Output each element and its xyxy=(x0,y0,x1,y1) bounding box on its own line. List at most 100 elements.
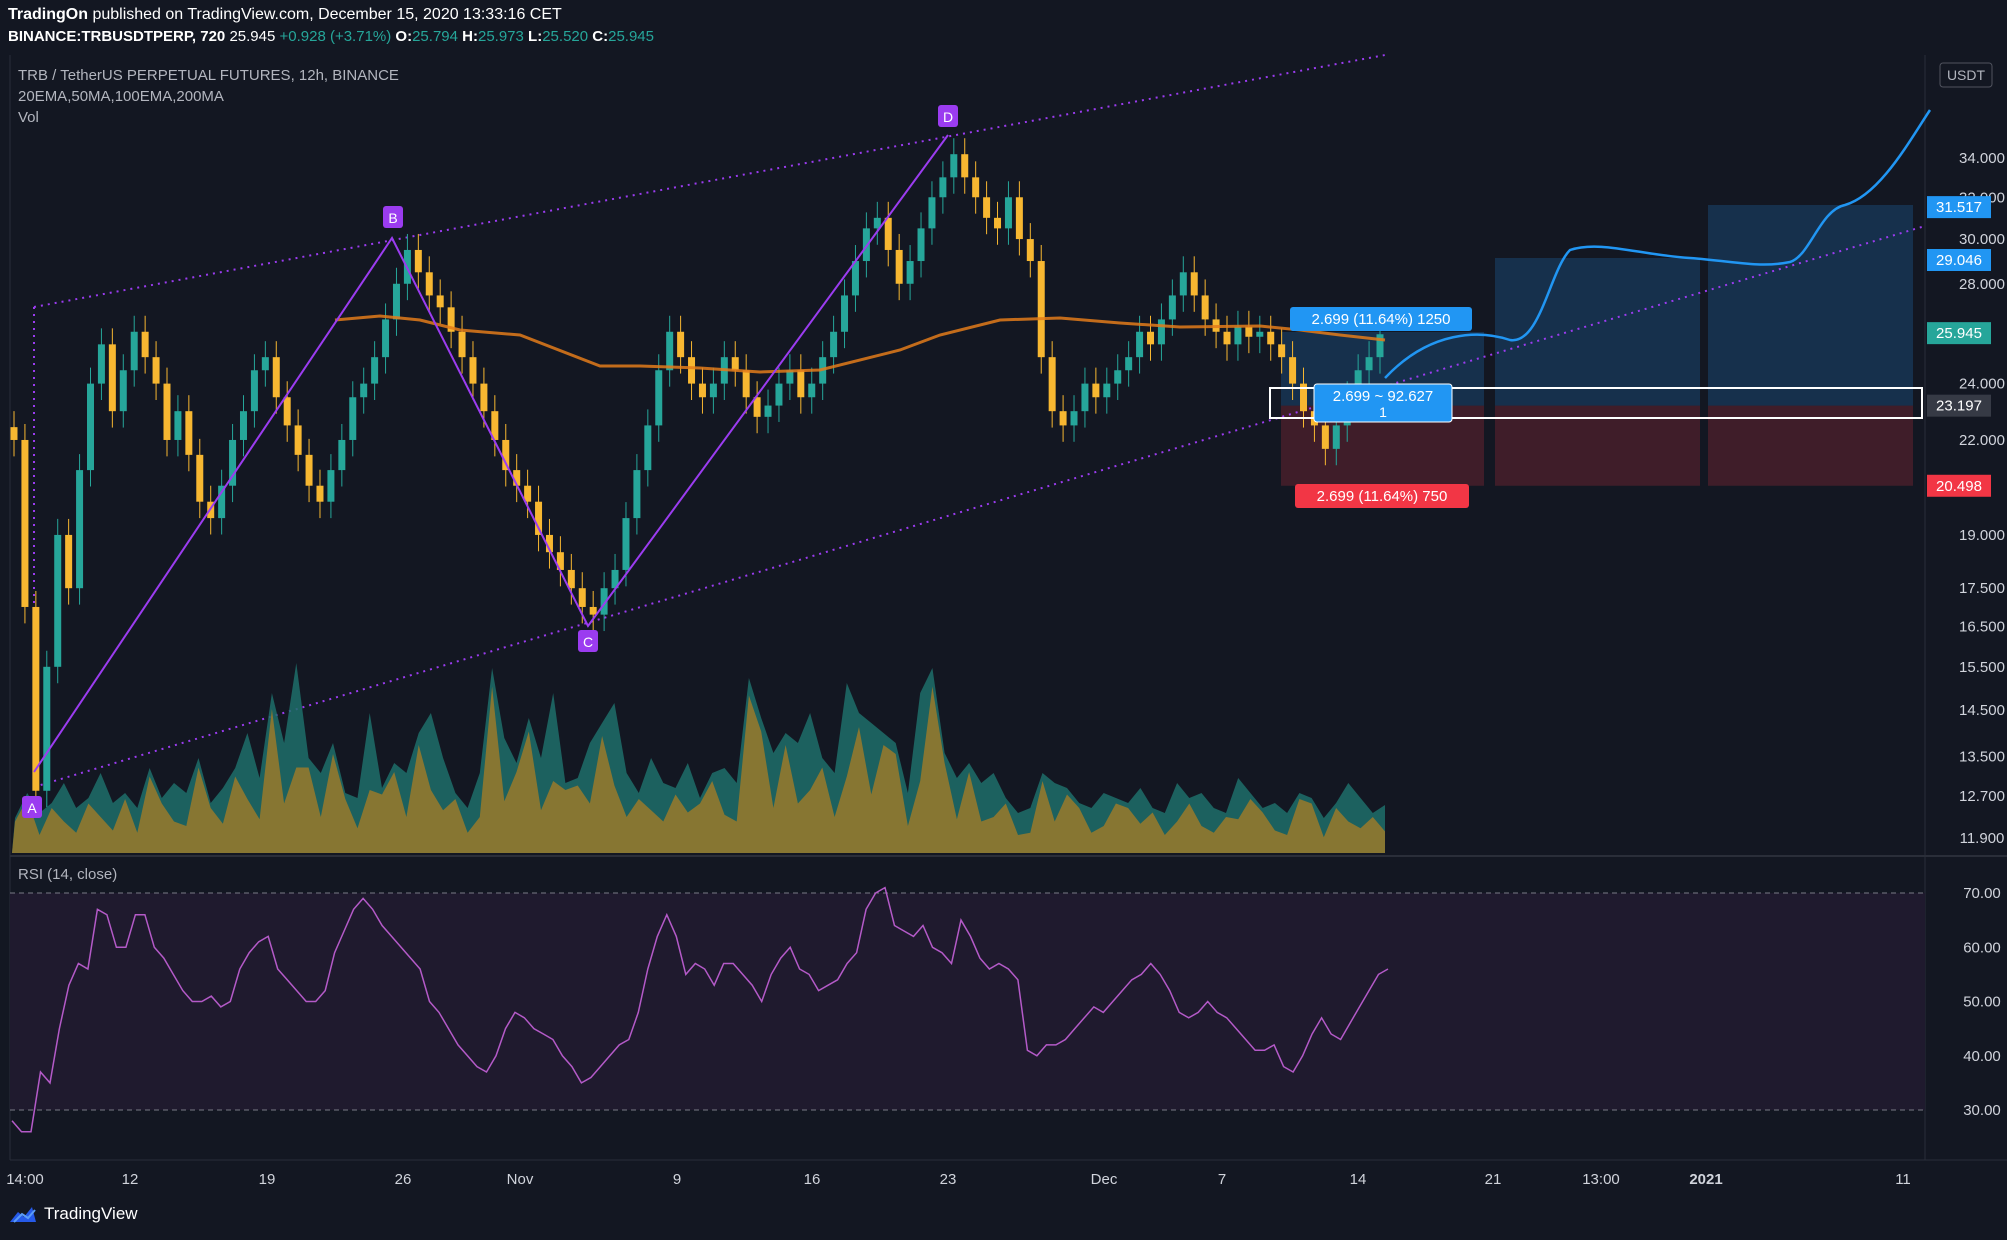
candle-body xyxy=(578,588,586,607)
y-tick-label: 14.500 xyxy=(1959,702,2005,719)
candle-body xyxy=(950,154,958,178)
candle-body xyxy=(589,606,597,615)
volume-legend[interactable]: Vol xyxy=(18,109,39,126)
price-tag-label: 31.517 xyxy=(1936,199,1982,216)
rsi-tick-label: 30.00 xyxy=(1963,1102,2001,1119)
x-tick-label: 2021 xyxy=(1689,1171,1722,1188)
candle-body xyxy=(21,439,29,607)
x-tick-label: 21 xyxy=(1485,1171,1502,1188)
candle-body xyxy=(1092,383,1100,398)
tradingview-logo[interactable]: TradingView xyxy=(8,1204,138,1224)
rsi-tick-label: 60.00 xyxy=(1963,939,2001,956)
candle-body xyxy=(349,397,357,440)
candle-body xyxy=(698,383,706,398)
y-tick-label: 13.500 xyxy=(1959,748,2005,765)
currency-label: USDT xyxy=(1947,67,1986,83)
candle-body xyxy=(10,427,18,440)
low-value: 25.520 xyxy=(542,28,589,45)
candle-body xyxy=(272,357,280,398)
candle-body xyxy=(392,283,400,320)
candle-body xyxy=(54,534,62,667)
candle-body xyxy=(163,383,171,440)
candle-body xyxy=(174,411,182,440)
price-tag-label: 23.197 xyxy=(1936,398,1982,415)
high-label: H: xyxy=(462,28,478,45)
candle-body xyxy=(1048,357,1056,412)
rsi-legend[interactable]: RSI (14, close) xyxy=(18,866,117,883)
candle-body xyxy=(1223,331,1231,345)
candle-body xyxy=(731,357,739,371)
target-label: 2.699 (11.64%) 1250 xyxy=(1312,311,1451,328)
candle-body xyxy=(1267,331,1275,345)
candle-body xyxy=(742,370,750,398)
candle-body xyxy=(1147,331,1155,345)
candle-body xyxy=(677,331,685,358)
candle-body xyxy=(709,383,717,398)
candle-body xyxy=(294,425,302,455)
tradingview-brand: TradingView xyxy=(44,1204,138,1223)
x-tick-label: 19 xyxy=(259,1171,276,1188)
candle-body xyxy=(316,485,324,502)
rsi-tick-label: 70.00 xyxy=(1963,885,2001,902)
header-line-1: TradingOn published on TradingView.com, … xyxy=(8,6,562,24)
tradingview-icon xyxy=(10,1207,36,1223)
candle-body xyxy=(1234,326,1242,345)
candle-body xyxy=(1136,331,1144,358)
y-tick-label: 15.500 xyxy=(1959,659,2005,676)
candle-body xyxy=(1114,370,1122,384)
candle-body xyxy=(458,331,466,358)
candle-body xyxy=(1059,411,1067,426)
x-tick-label: Dec xyxy=(1091,1171,1118,1188)
candle-body xyxy=(65,534,73,589)
candle-body xyxy=(1332,425,1340,449)
price-tag-label: 29.046 xyxy=(1936,252,1982,269)
published-text: published on TradingView.com, December 1… xyxy=(92,6,562,23)
x-tick-label: 7 xyxy=(1218,1171,1226,1188)
candle-body xyxy=(97,344,105,384)
candle-body xyxy=(841,295,849,332)
volume-area-down xyxy=(12,686,1385,853)
candle-body xyxy=(1004,197,1012,229)
x-tick-label: 13:00 xyxy=(1582,1171,1620,1188)
candle-body xyxy=(414,249,422,273)
ma-legend[interactable]: 20EMA,50MA,100EMA,200MA xyxy=(18,88,224,105)
candle-body xyxy=(1015,197,1023,240)
price-change: +0.928 (+3.71%) xyxy=(279,28,392,45)
x-tick-label: 23 xyxy=(940,1171,957,1188)
candle-body xyxy=(666,331,674,371)
last-price: 25.945 xyxy=(229,28,276,45)
candle-body xyxy=(305,454,313,486)
candle-body xyxy=(43,666,51,791)
price-tag-label: 25.945 xyxy=(1936,325,1982,342)
candle-body xyxy=(633,470,641,519)
chart-canvas[interactable]: 34.00032.00030.00028.00024.00022.00019.0… xyxy=(0,0,2007,1240)
candle-body xyxy=(655,370,663,426)
candle-body xyxy=(917,228,925,262)
candle-body xyxy=(32,606,40,791)
candle-body xyxy=(644,425,652,471)
candle-body xyxy=(1245,326,1253,337)
candle-body xyxy=(1103,383,1111,398)
y-tick-label: 28.000 xyxy=(1959,276,2005,293)
y-tick-label: 16.500 xyxy=(1959,618,2005,635)
candle-body xyxy=(797,370,805,398)
y-tick-label: 24.000 xyxy=(1959,376,2005,393)
candle-body xyxy=(250,370,258,412)
y-tick-label: 30.000 xyxy=(1959,231,2005,248)
pattern-point-label: A xyxy=(27,800,37,816)
candle-body xyxy=(502,439,510,471)
candle-body xyxy=(382,319,390,358)
candle-body xyxy=(983,197,991,218)
candle-body xyxy=(622,518,630,570)
candle-body xyxy=(1157,319,1165,345)
candle-body xyxy=(76,470,84,589)
open-label: O: xyxy=(395,28,413,45)
candle-body xyxy=(1190,272,1198,296)
y-tick-label: 22.000 xyxy=(1959,432,2005,449)
candle-body xyxy=(185,411,193,455)
candle-body xyxy=(480,383,488,412)
publisher-name: TradingOn xyxy=(8,6,88,23)
candle-body xyxy=(884,217,892,250)
candle-body xyxy=(108,344,116,412)
candle-body xyxy=(425,272,433,296)
